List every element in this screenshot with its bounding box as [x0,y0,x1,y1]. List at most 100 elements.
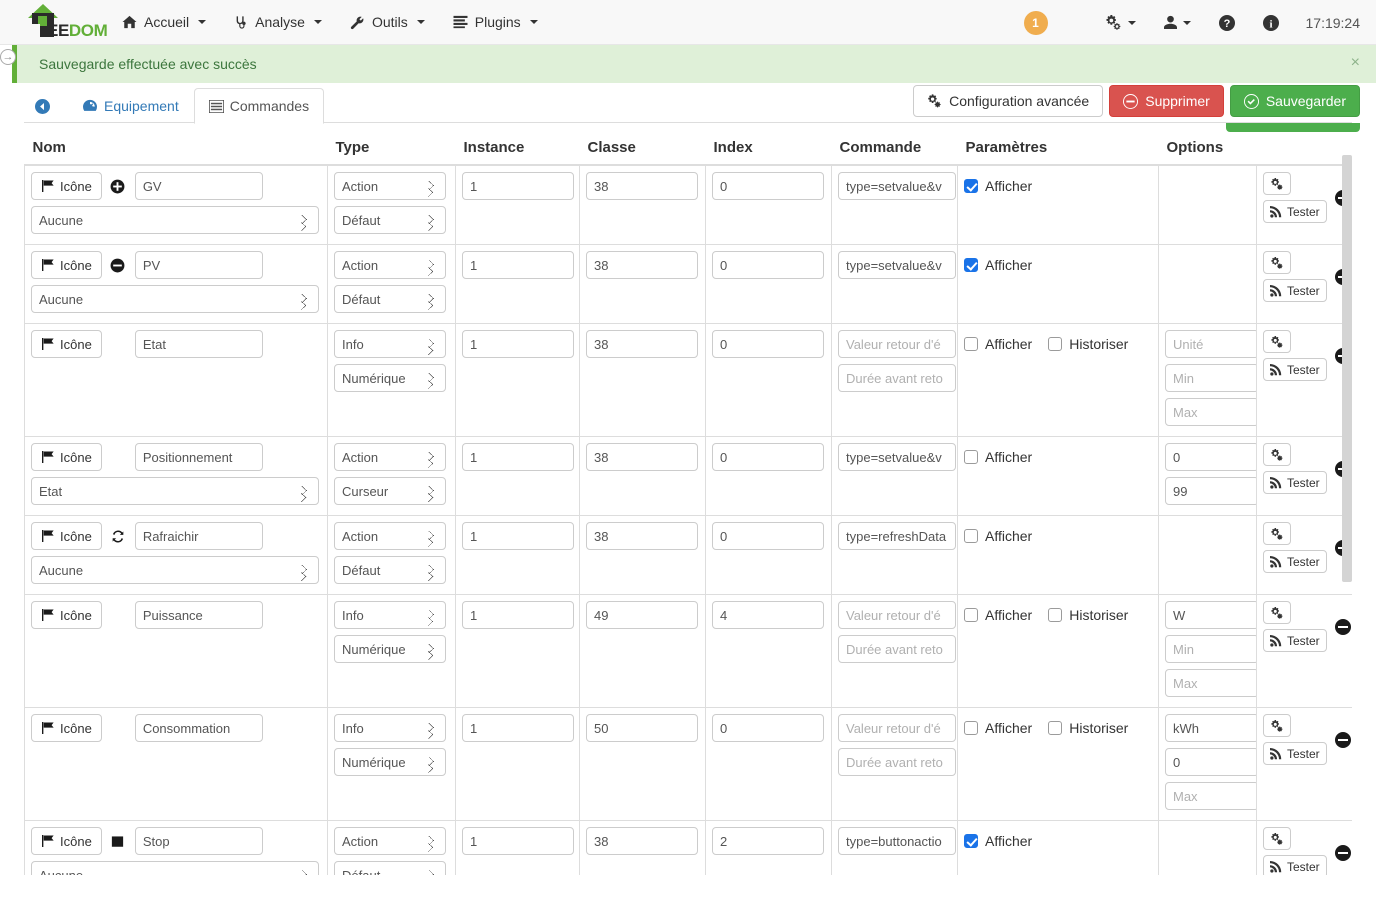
row-3-afficher-label[interactable]: Afficher [964,449,1032,465]
row-1-test-button[interactable]: Tester [1263,279,1327,302]
delete-button[interactable]: Supprimer [1109,85,1224,117]
row-6-subtype-select[interactable]: Numérique [334,748,446,776]
nav-settings-menu[interactable] [1092,0,1149,45]
panel-toggle-button[interactable]: → [0,49,16,65]
row-4-index-input[interactable] [712,522,824,550]
row-3-type-select[interactable]: Action [334,443,446,471]
stop-square-icon[interactable] [110,834,125,849]
row-7-instance-input[interactable] [462,827,574,855]
row-4-commande-input[interactable] [838,522,956,550]
save-button[interactable]: Sauvegarder [1229,85,1360,117]
row-7-subtype-select[interactable]: Défaut [334,861,446,875]
notification-badge[interactable]: 1 [1023,10,1048,35]
plus-circle-icon[interactable] [110,179,125,194]
row-7-icon-button[interactable]: Icône [31,827,102,855]
row-0-test-button[interactable]: Tester [1263,200,1327,223]
row-3-commande-input[interactable] [838,443,956,471]
row-5-classe-input[interactable] [586,601,698,629]
row-4-command-glyph[interactable] [110,529,127,544]
row-4-name-input[interactable] [134,522,263,550]
row-6-afficher-checkbox[interactable] [964,721,978,735]
row-0-icon-button[interactable]: Icône [31,172,102,200]
row-2-name-input[interactable] [134,330,263,358]
nav-item-analyse[interactable]: Analyse [220,0,336,45]
row-2-option-2-input[interactable] [1165,398,1259,426]
row-7-name-input[interactable] [134,827,263,855]
row-0-commande-input[interactable] [838,172,956,200]
row-0-instance-input[interactable] [462,172,574,200]
row-4-classe-input[interactable] [586,522,698,550]
row-6-instance-input[interactable] [462,714,574,742]
close-icon[interactable]: × [1351,55,1360,71]
row-2-instance-input[interactable] [462,330,574,358]
row-4-instance-input[interactable] [462,522,574,550]
row-1-configure-button[interactable] [1263,251,1291,274]
row-7-type-select[interactable]: Action [334,827,446,855]
row-1-command-glyph[interactable] [110,258,127,273]
row-2-option-0-input[interactable] [1165,330,1259,358]
row-4-icon-button[interactable]: Icône [31,522,102,550]
row-7-command-glyph[interactable] [110,834,127,849]
row-0-link-select[interactable]: Aucune [31,206,319,234]
row-7-classe-input[interactable] [586,827,698,855]
row-5-subtype-select[interactable]: Numérique [334,635,446,663]
row-1-subtype-select[interactable]: Défaut [334,285,446,313]
row-2-classe-input[interactable] [586,330,698,358]
row-2-type-select[interactable]: Info [334,330,446,358]
row-3-classe-input[interactable] [586,443,698,471]
vertical-scrollbar[interactable] [1342,133,1352,898]
row-6-option-2-input[interactable] [1165,782,1259,810]
row-7-index-input[interactable] [712,827,824,855]
row-5-afficher-label[interactable]: Afficher [964,607,1032,623]
row-2-option-1-input[interactable] [1165,364,1259,392]
row-4-afficher-label[interactable]: Afficher [964,528,1032,544]
row-4-subtype-select[interactable]: Défaut [334,556,446,584]
row-0-configure-button[interactable] [1263,172,1291,195]
row-1-link-select[interactable]: Aucune [31,285,319,313]
row-3-afficher-checkbox[interactable] [964,450,978,464]
row-0-classe-input[interactable] [586,172,698,200]
row-3-instance-input[interactable] [462,443,574,471]
row-1-commande-input[interactable] [838,251,956,279]
row-5-type-select[interactable]: Info [334,601,446,629]
nav-help-button[interactable]: ? [1206,0,1248,45]
nav-info-button[interactable]: i [1250,0,1292,45]
nav-item-outils[interactable]: Outils [336,0,439,45]
row-2-afficher-label[interactable]: Afficher [964,336,1032,352]
row-0-subtype-select[interactable]: Défaut [334,206,446,234]
tab-back[interactable] [24,89,67,124]
row-5-option-1-input[interactable] [1165,635,1259,663]
row-7-configure-button[interactable] [1263,827,1291,850]
row-3-option-0-input[interactable] [1165,443,1259,471]
row-3-configure-button[interactable] [1263,443,1291,466]
minus-circle-icon[interactable] [110,258,125,273]
row-4-test-button[interactable]: Tester [1263,550,1327,573]
nav-item-plugins[interactable]: Plugins [439,0,552,45]
row-2-test-button[interactable]: Tester [1263,358,1327,381]
row-7-test-button[interactable]: Tester [1263,855,1327,875]
row-5-name-input[interactable] [134,601,263,629]
row-4-link-select[interactable]: Aucune [31,556,319,584]
row-2-icon-button[interactable]: Icône [31,330,102,358]
row-5-icon-button[interactable]: Icône [31,601,102,629]
row-3-subtype-select[interactable]: Curseur [334,477,446,505]
row-3-link-select[interactable]: Etat [31,477,319,505]
row-5-instance-input[interactable] [462,601,574,629]
row-3-name-input[interactable] [134,443,263,471]
row-2-configure-button[interactable] [1263,330,1291,353]
row-2-historiser-label[interactable]: Historiser [1048,336,1128,352]
row-7-commande-input[interactable] [838,827,956,855]
row-2-index-input[interactable] [712,330,824,358]
save-button-sticky[interactable] [1226,123,1360,132]
row-3-index-input[interactable] [712,443,824,471]
row-2-afficher-checkbox[interactable] [964,337,978,351]
row-7-afficher-checkbox[interactable] [964,834,978,848]
row-0-afficher-checkbox[interactable] [964,179,978,193]
jeedom-logo[interactable]: EEDOM [0,0,108,45]
tab-equipement[interactable]: Equipement [67,88,194,124]
row-1-instance-input[interactable] [462,251,574,279]
row-1-name-input[interactable] [134,251,263,279]
row-2-valeur-retour-input[interactable] [838,330,956,358]
advanced-config-button[interactable]: Configuration avancée [913,85,1104,117]
row-1-classe-input[interactable] [586,251,698,279]
